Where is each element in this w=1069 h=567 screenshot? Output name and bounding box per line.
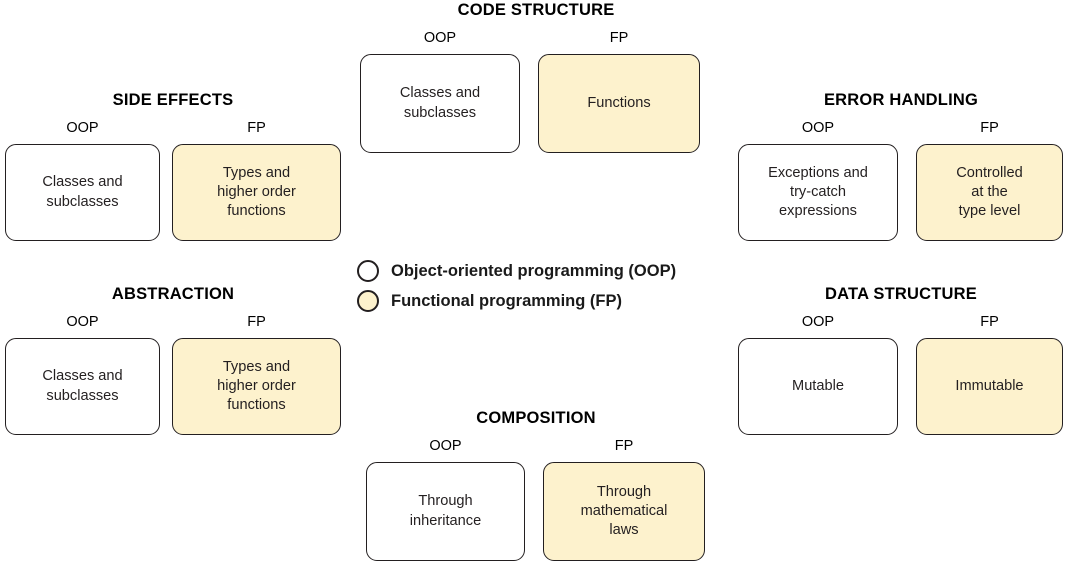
box-oop-composition[interactable]: Through inheritance (366, 462, 525, 561)
box-text: Functions (587, 94, 651, 111)
box-fp-side-effects[interactable]: Types and higher order functions (172, 144, 341, 241)
column-oop-error-handling: OOP Exceptions and try-catch expressions (738, 119, 898, 241)
column-fp-data-structure: FP Immutable (916, 313, 1063, 435)
section-title-code-structure: CODE STRUCTURE (457, 1, 615, 19)
column-fp-composition: FP Through mathematical laws (543, 437, 705, 561)
box-text: Exceptions and try-catch expressions (768, 164, 868, 220)
legend-item-fp: Functional programming (FP) (357, 286, 676, 316)
section-side-effects: SIDE EFFECTS OOP Classes and subclasses … (5, 92, 341, 241)
box-oop-data-structure[interactable]: Mutable (738, 338, 898, 435)
column-label-oop: OOP (66, 119, 99, 136)
box-text: Types and higher order functions (217, 164, 296, 220)
column-label-fp: FP (980, 119, 999, 136)
section-title-abstraction: ABSTRACTION (111, 285, 235, 303)
legend-label-fp: Functional programming (FP) (391, 291, 622, 310)
column-label-fp: FP (247, 119, 266, 136)
legend-circle-fp-icon (357, 290, 379, 312)
legend-circle-oop-icon (357, 260, 379, 282)
section-title-composition: COMPOSITION (476, 409, 596, 427)
box-text: Classes and subclasses (42, 368, 123, 404)
section-title-error-handling: ERROR HANDLING (823, 91, 979, 109)
column-label-oop: OOP (801, 119, 835, 136)
box-text: Classes and subclasses (399, 85, 481, 121)
box-oop-side-effects[interactable]: Classes and subclasses (5, 144, 160, 241)
box-oop-error-handling[interactable]: Exceptions and try-catch expressions (738, 144, 898, 241)
column-fp-error-handling: FP Controlled at the type level (916, 119, 1063, 241)
box-fp-abstraction[interactable]: Types and higher order functions (172, 338, 341, 435)
column-oop-data-structure: OOP Mutable (738, 313, 898, 435)
box-oop-abstraction[interactable]: Classes and subclasses (5, 338, 160, 435)
box-text: Immutable (955, 377, 1024, 394)
box-text: Controlled at the type level (956, 164, 1023, 220)
legend-item-oop: Object-oriented programming (OOP) (357, 256, 676, 286)
legend-label-oop: Object-oriented programming (OOP) (391, 261, 677, 280)
column-fp-side-effects: FP Types and higher order functions (172, 119, 341, 241)
box-text: Mutable (792, 377, 844, 394)
legend: Object-oriented programming (OOP) Functi… (357, 256, 676, 316)
box-fp-data-structure[interactable]: Immutable (916, 338, 1063, 435)
column-label-oop: OOP (801, 313, 835, 330)
column-oop-composition: OOP Through inheritance (366, 437, 525, 561)
box-text: Types and higher order functions (217, 358, 296, 414)
column-label-oop: OOP (66, 313, 99, 330)
section-error-handling: ERROR HANDLING OOP Exceptions and try-ca… (738, 92, 1064, 241)
column-label-fp: FP (980, 313, 999, 330)
column-oop-side-effects: OOP Classes and subclasses (5, 119, 160, 241)
box-fp-composition[interactable]: Through mathematical laws (543, 462, 705, 561)
section-composition: COMPOSITION OOP Through inheritance FP T… (366, 410, 706, 561)
section-title-side-effects: SIDE EFFECTS (112, 91, 234, 109)
box-text: Through mathematical laws (580, 483, 668, 539)
column-oop-abstraction: OOP Classes and subclasses (5, 313, 160, 435)
column-fp-code-structure: FP Functions (538, 29, 700, 153)
section-abstraction: ABSTRACTION OOP Classes and subclasses F… (5, 286, 341, 435)
box-text: Through inheritance (409, 493, 482, 529)
column-fp-abstraction: FP Types and higher order functions (172, 313, 341, 435)
column-label-oop: OOP (429, 437, 462, 454)
column-label-fp: FP (247, 313, 266, 330)
column-label-oop: OOP (423, 29, 457, 46)
box-fp-error-handling[interactable]: Controlled at the type level (916, 144, 1063, 241)
section-code-structure: CODE STRUCTURE OOP Classes and subclasse… (360, 2, 712, 153)
column-label-fp: FP (609, 29, 629, 46)
column-oop-code-structure: OOP Classes and subclasses (360, 29, 520, 153)
box-fp-code-structure[interactable]: Functions (538, 54, 700, 153)
column-label-fp: FP (614, 437, 634, 454)
box-text: Classes and subclasses (42, 174, 123, 210)
section-title-data-structure: DATA STRUCTURE (825, 285, 977, 303)
diagram-canvas: CODE STRUCTURE OOP Classes and subclasse… (0, 0, 1069, 567)
box-oop-code-structure[interactable]: Classes and subclasses (360, 54, 520, 153)
section-data-structure: DATA STRUCTURE OOP Mutable FP Immutable (738, 286, 1064, 435)
